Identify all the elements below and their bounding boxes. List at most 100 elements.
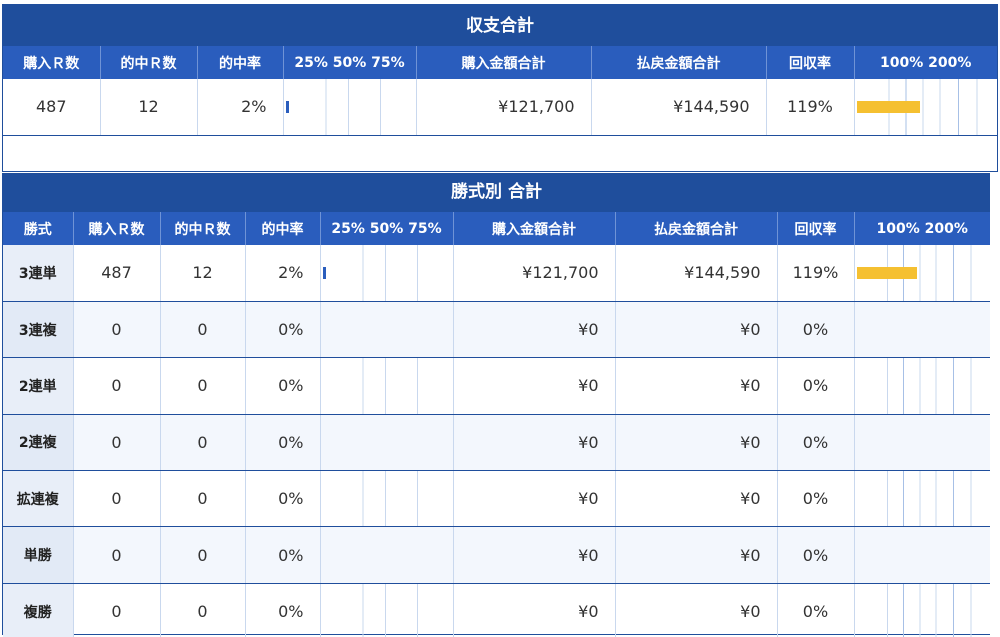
col-header-hit-rate: 的中率 (197, 46, 284, 79)
table-row: 3連単 487 12 2% ¥121,700 ¥144,590 119% (3, 245, 990, 302)
row-hit-rate: 0% (245, 470, 321, 528)
by-type-title: 勝式別 合計 (3, 174, 990, 212)
row-spent: ¥0 (453, 526, 616, 584)
hit-rate-bar (285, 100, 289, 113)
row-return-rate-bar-cell (854, 301, 990, 359)
hit-rate-bar (322, 266, 326, 279)
by-type-table: 勝式 購入Ｒ数 的中Ｒ数 的中率 25% 50% 75% 購入金額合計 払戻金額… (3, 212, 990, 637)
table-row: 2連複 0 0 0% ¥0 ¥0 0% (3, 414, 990, 472)
table-row: 拡連複 0 0 0% ¥0 ¥0 0% (3, 470, 990, 528)
row-hit-rate: 2% (245, 245, 321, 302)
row-spent: ¥0 (453, 414, 616, 472)
row-bets: 487 (73, 245, 161, 302)
by-type-body: 3連単 487 12 2% ¥121,700 ¥144,590 119% 3連複… (3, 245, 990, 637)
row-payout: ¥144,590 (615, 245, 778, 302)
row-return-rate: 0% (777, 414, 855, 472)
return-rate-bar (856, 100, 920, 113)
col-header-hit-rate: 的中率 (245, 212, 321, 245)
table-row: 複勝 0 0 0% ¥0 ¥0 0% (3, 583, 990, 637)
row-return-rate: 0% (777, 470, 855, 528)
row-spent: ¥0 (453, 301, 616, 359)
col-header-hits: 的中Ｒ数 (100, 46, 198, 79)
row-return-rate-bar-cell (854, 470, 990, 528)
col-header-bets: 購入Ｒ数 (3, 46, 101, 79)
summary-row: 487 12 2% ¥121,700 ¥144,590 119% (3, 79, 997, 136)
row-return-rate: 0% (777, 526, 855, 584)
summary-bets: 487 (3, 79, 101, 136)
table-row: 単勝 0 0 0% ¥0 ¥0 0% (3, 526, 990, 584)
by-type-header-row: 勝式 購入Ｒ数 的中Ｒ数 的中率 25% 50% 75% 購入金額合計 払戻金額… (3, 212, 990, 245)
bet-type-label: 3連複 (3, 301, 74, 359)
table-row: 3連複 0 0 0% ¥0 ¥0 0% (3, 301, 990, 359)
row-payout: ¥0 (615, 414, 778, 472)
row-bets: 0 (73, 583, 161, 637)
col-header-hit-scale: 25% 50% 75% (283, 46, 417, 79)
summary-return-rate: 119% (766, 79, 855, 136)
row-hits: 0 (160, 583, 246, 637)
col-header-payout: 払戻金額合計 (615, 212, 778, 245)
bet-type-label: 単勝 (3, 526, 74, 584)
row-hits: 12 (160, 245, 246, 302)
row-payout: ¥0 (615, 583, 778, 637)
row-return-rate: 0% (777, 357, 855, 415)
col-header-payout: 払戻金額合計 (591, 46, 767, 79)
row-bets: 0 (73, 470, 161, 528)
bet-type-label: 複勝 (3, 583, 74, 637)
col-header-hit-scale: 25% 50% 75% (320, 212, 454, 245)
summary-title: 収支合計 (3, 7, 997, 46)
row-payout: ¥0 (615, 470, 778, 528)
summary-header-row: 購入Ｒ数 的中Ｒ数 的中率 25% 50% 75% 購入金額合計 払戻金額合計 … (3, 46, 997, 79)
summary-hit-rate: 2% (197, 79, 284, 136)
col-header-bets: 購入Ｒ数 (73, 212, 161, 245)
row-hit-rate: 0% (245, 583, 321, 637)
row-hit-rate-bar-cell (320, 526, 454, 584)
row-return-rate-bar-cell (854, 245, 990, 302)
bet-type-label: 拡連複 (3, 470, 74, 528)
col-header-type: 勝式 (3, 212, 74, 245)
summary-table: 購入Ｒ数 的中Ｒ数 的中率 25% 50% 75% 購入金額合計 払戻金額合計 … (3, 46, 997, 136)
row-hits: 0 (160, 414, 246, 472)
row-hit-rate: 0% (245, 357, 321, 415)
row-hit-rate-bar-cell (320, 470, 454, 528)
bet-type-label: 2連複 (3, 414, 74, 472)
summary-return-rate-bar-cell (854, 79, 997, 136)
by-type-panel: 勝式別 合計 勝式 購入Ｒ数 的中Ｒ数 的中率 25% 50% 75% 購入金額… (2, 173, 990, 637)
col-header-return-rate: 回収率 (766, 46, 855, 79)
row-return-rate-bar-cell (854, 583, 990, 637)
row-hit-rate: 0% (245, 301, 321, 359)
row-return-rate-bar-cell (854, 357, 990, 415)
row-hit-rate-bar-cell (320, 414, 454, 472)
summary-panel: 収支合計 購入Ｒ数 的中Ｒ数 的中率 25% 50% 75% 購入金額合計 払戻… (2, 4, 998, 172)
row-hit-rate-bar-cell (320, 583, 454, 637)
row-return-rate-bar-cell (854, 526, 990, 584)
row-spent: ¥121,700 (453, 245, 616, 302)
row-return-rate: 0% (777, 583, 855, 637)
row-return-rate: 119% (777, 245, 855, 302)
col-header-spent: 購入金額合計 (453, 212, 616, 245)
row-payout: ¥0 (615, 301, 778, 359)
row-return-rate: 0% (777, 301, 855, 359)
row-hit-rate-bar-cell (320, 357, 454, 415)
row-hit-rate: 0% (245, 414, 321, 472)
row-spent: ¥0 (453, 583, 616, 637)
row-payout: ¥0 (615, 526, 778, 584)
row-bets: 0 (73, 414, 161, 472)
row-spent: ¥0 (453, 470, 616, 528)
row-payout: ¥0 (615, 357, 778, 415)
row-hit-rate-bar-cell (320, 245, 454, 302)
row-hits: 0 (160, 526, 246, 584)
col-header-hits: 的中Ｒ数 (160, 212, 246, 245)
return-rate-bar (856, 266, 917, 279)
summary-hit-rate-bar-cell (283, 79, 417, 136)
summary-spent: ¥121,700 (416, 79, 592, 136)
bet-type-label: 2連単 (3, 357, 74, 415)
table-row: 2連単 0 0 0% ¥0 ¥0 0% (3, 357, 990, 415)
row-bets: 0 (73, 301, 161, 359)
row-spent: ¥0 (453, 357, 616, 415)
summary-payout: ¥144,590 (591, 79, 767, 136)
col-header-return-scale: 100% 200% (854, 46, 997, 79)
row-return-rate-bar-cell (854, 414, 990, 472)
row-bets: 0 (73, 526, 161, 584)
col-header-spent: 購入金額合計 (416, 46, 592, 79)
col-header-return-scale: 100% 200% (854, 212, 990, 245)
